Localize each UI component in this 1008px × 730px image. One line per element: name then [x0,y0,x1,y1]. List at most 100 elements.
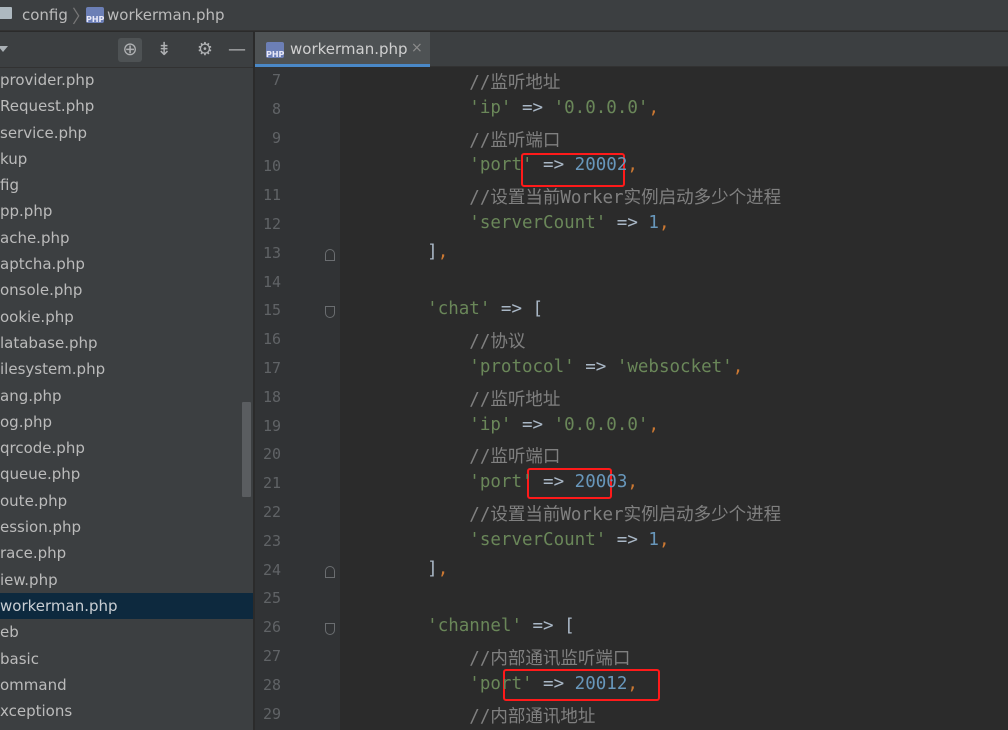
line-number: 13 [262,243,281,262]
locate-file-icon[interactable]: ⊕ [118,38,142,62]
gear-icon[interactable]: ⚙ [193,38,217,62]
line-number: 18 [262,387,281,406]
code-line[interactable]: 11 //设置当前Worker实例启动多少个进程 [255,182,1008,211]
fold-open-icon[interactable] [325,623,335,636]
collapse-all-icon[interactable]: ⇟ [152,38,176,62]
hide-panel-icon[interactable]: — [225,38,249,62]
tab-workerman-php[interactable]: workerman.php × [255,32,430,67]
code-line[interactable]: 29 //内部通讯地址 [255,701,1008,730]
code-token: , [648,97,659,118]
file-tree-item[interactable]: kup [0,146,253,172]
file-tree-item[interactable]: ilesystem.php [0,356,253,382]
file-tree-item[interactable]: ache.php [0,225,253,251]
code-line[interactable]: 17 'protocol' => 'websocket', [255,355,1008,384]
code-token: => [ [521,616,575,637]
close-icon[interactable]: × [411,40,423,56]
code-line[interactable]: 13 ], [255,240,1008,269]
code-line[interactable]: 23 'serverCount' => 1, [255,528,1008,557]
code-line[interactable]: 7 //监听地址 [255,67,1008,96]
code-line[interactable]: 22 //设置当前Worker实例启动多少个进程 [255,499,1008,528]
code-token: => [606,213,649,233]
file-tree-item[interactable]: fig [0,172,253,198]
code-token: 'port' [469,472,533,493]
line-number: 14 [262,272,281,291]
line-number: 21 [262,474,281,493]
file-tree-item[interactable]: eb [0,619,253,645]
breadcrumb-folder[interactable]: config [22,6,68,24]
file-tree-item[interactable]: ommand [0,672,253,698]
code-text: 'port' => 20002, [385,155,638,175]
code-text: 'chat' => [ [385,299,543,319]
line-number: 20 [262,445,281,464]
fold-close-icon[interactable] [325,565,335,578]
code-line[interactable]: 10 'port' => 20002, [255,153,1008,182]
code-line[interactable]: 14 [255,269,1008,298]
project-scrollbar[interactable] [242,402,251,497]
code-line[interactable]: 15 'chat' => [ [255,297,1008,326]
code-line[interactable]: 21 'port' => 20003, [255,470,1008,499]
code-token: , [658,213,670,233]
line-number: 15 [262,301,281,320]
line-number: 7 [271,71,281,89]
file-tree-item[interactable]: ookie.php [0,304,253,330]
file-tree-item[interactable]: Request.php [0,93,253,119]
file-tree-item[interactable]: og.php [0,409,253,435]
fold-close-icon[interactable] [325,248,335,261]
php-file-icon [266,42,284,59]
code-token: , [648,414,659,435]
line-number: 28 [262,675,281,694]
file-tree-item[interactable]: aptcha.php [0,251,253,277]
file-tree-item[interactable]: queue.php [0,461,253,487]
file-tree-item[interactable]: iew.php [0,567,253,593]
code-line[interactable]: 8 'ip' => '0.0.0.0', [255,96,1008,125]
code-token: 'serverCount' [469,213,607,233]
code-line[interactable]: 28 'port' => 20012, [255,672,1008,701]
code-token: //内部通讯监听端口 [385,649,631,669]
file-tree-item[interactable]: xceptions [0,698,253,724]
file-tree-item[interactable]: ession.php [0,514,253,540]
file-tree-item[interactable]: ang.php [0,383,253,409]
code-token: , [437,241,449,262]
code-token: //监听地址 [385,73,561,93]
code-token: => [511,97,554,118]
code-token: '0.0.0.0' [553,414,649,435]
fold-open-icon[interactable] [325,306,335,319]
file-tree-item[interactable]: qrcode.php [0,435,253,461]
file-tree-item[interactable]: onsole.php [0,277,253,303]
code-line[interactable]: 9 //监听端口 [255,125,1008,154]
code-line[interactable]: 19 'ip' => '0.0.0.0', [255,413,1008,442]
file-tree-item[interactable]: workerman.php [0,592,253,620]
code-line[interactable]: 24 ], [255,557,1008,586]
file-tree-item[interactable]: pp.php [0,198,253,224]
file-tree-item[interactable]: oute.php [0,488,253,514]
line-number: 10 [262,157,281,176]
code-line[interactable]: 18 //监听地址 [255,384,1008,413]
code-text: 'channel' => [ [385,616,575,636]
file-tree-item[interactable]: provider.php [0,67,253,93]
code-line[interactable]: 16 //协议 [255,326,1008,355]
file-tree-item[interactable]: race.php [0,540,253,566]
code-text: ], [385,242,448,262]
dropdown-arrow-icon[interactable] [0,46,8,52]
code-editor[interactable]: 7 //监听地址 8 'ip' => '0.0.0.0', 9 //监听端口 10 '… [255,67,1008,730]
project-toolbar: ⊕ ⇟ ⚙ — [0,32,253,68]
code-line[interactable]: 25 [255,585,1008,614]
project-file-tree: provider.php Request.php service.php kup fig… [0,67,253,724]
code-text: //设置当前Worker实例启动多少个进程 [385,184,781,209]
code-line[interactable]: 20 //监听端口 [255,441,1008,470]
code-line[interactable]: 27 //内部通讯监听端口 [255,643,1008,672]
file-tree-item[interactable]: service.php [0,120,253,146]
editor-tab-bar: workerman.php × [255,32,1008,67]
breadcrumb-file[interactable]: workerman.php [107,6,225,24]
code-line[interactable]: 26 'channel' => [ [255,614,1008,643]
code-line[interactable]: 12 'serverCount' => 1, [255,211,1008,240]
file-tree-item[interactable]: basic [0,646,253,672]
file-tree-item[interactable]: latabase.php [0,330,253,356]
code-text: 'serverCount' => 1, [385,213,670,233]
code-text: //协议 [385,328,525,353]
code-token: => [532,155,575,176]
